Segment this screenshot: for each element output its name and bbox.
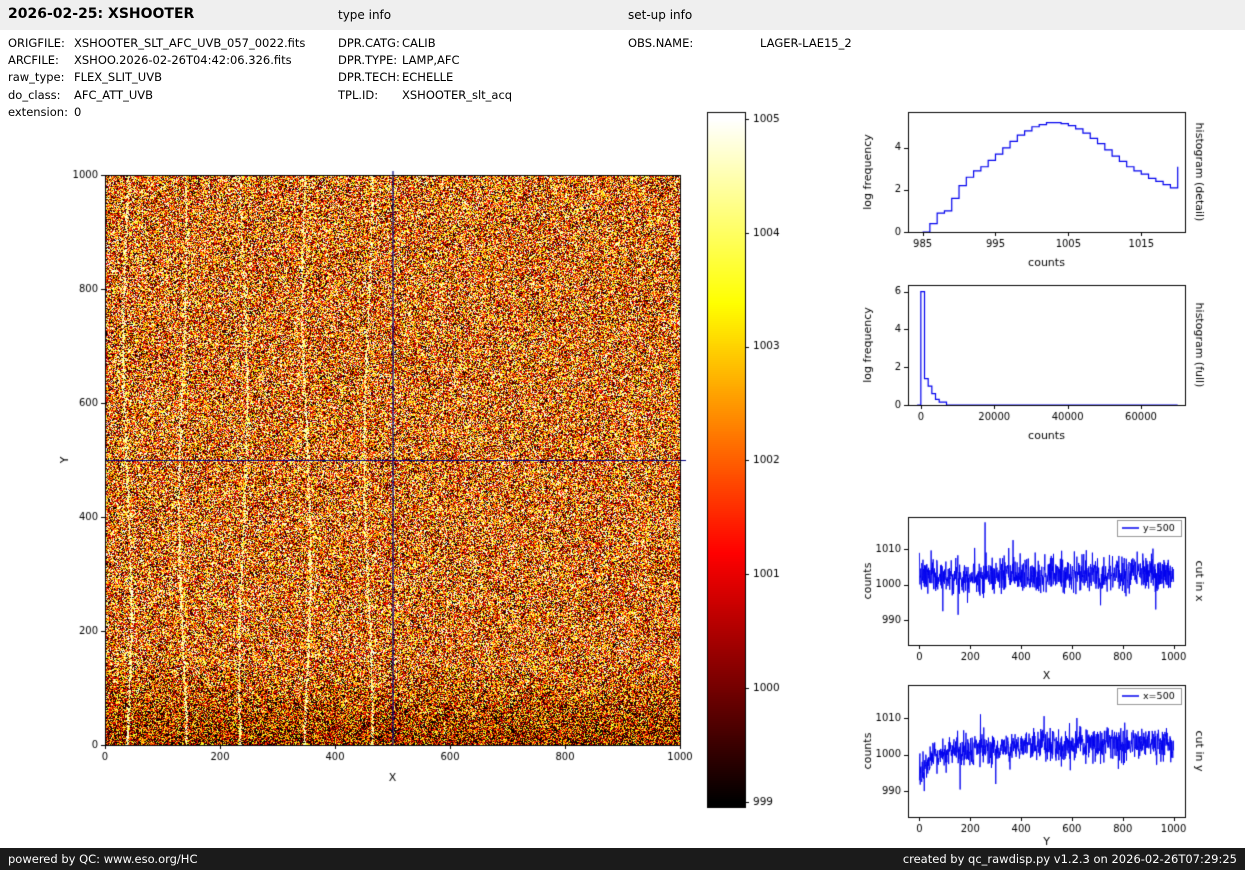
meta-value: LAMP,AFC <box>402 53 460 67</box>
meta-row-doclass: do_class: AFC_ATT_UVB <box>8 86 305 103</box>
meta-label: extension: <box>8 105 74 119</box>
meta-value: XSHOO.2026-02-26T04:42:06.326.fits <box>74 53 292 67</box>
meta-value: 0 <box>74 105 81 119</box>
meta-label: DPR.TECH: <box>338 70 402 84</box>
meta-value: ECHELLE <box>402 70 453 84</box>
intensity-colorbar <box>695 100 795 820</box>
meta-label: TPL.ID: <box>338 88 402 102</box>
footer-creation-text: created by qc_rawdisp.py v1.2.3 on 2026-… <box>903 852 1237 866</box>
meta-row-tplid: TPL.ID: XSHOOTER_slt_acq <box>338 86 512 103</box>
page-title: 2026-02-25: XSHOOTER <box>8 6 194 22</box>
meta-label: do_class: <box>8 88 74 102</box>
histogram-detail-chart <box>840 95 1245 275</box>
meta-label: ORIGFILE: <box>8 36 74 50</box>
meta-label: DPR.CATG: <box>338 36 402 50</box>
meta-row-dprtech: DPR.TECH: ECHELLE <box>338 69 512 86</box>
meta-label: OBS.NAME: <box>628 36 760 50</box>
meta-value: XSHOOTER_slt_acq <box>402 88 512 102</box>
meta-value: XSHOOTER_SLT_AFC_UVB_057_0022.fits <box>74 36 305 50</box>
meta-row-origfile: ORIGFILE: XSHOOTER_SLT_AFC_UVB_057_0022.… <box>8 34 305 51</box>
footer-qc-text: powered by QC: www.eso.org/HC <box>8 852 197 866</box>
type-info-block: DPR.CATG: CALIB DPR.TYPE: LAMP,AFC DPR.T… <box>338 34 512 104</box>
setup-info-heading: set-up info <box>628 8 692 22</box>
meta-value: LAGER-LAE15_2 <box>760 36 852 50</box>
qc-report-page: 2026-02-25: XSHOOTER type info set-up in… <box>0 0 1245 870</box>
meta-row-dprtype: DPR.TYPE: LAMP,AFC <box>338 51 512 68</box>
meta-label: DPR.TYPE: <box>338 53 402 67</box>
cut-in-y-chart <box>840 671 1245 870</box>
meta-value: AFC_ATT_UVB <box>74 88 153 102</box>
raw-frame-image <box>30 148 710 838</box>
meta-label: raw_type: <box>8 70 74 84</box>
footer-bar: powered by QC: www.eso.org/HC created by… <box>0 848 1245 870</box>
type-info-heading: type info <box>338 8 391 22</box>
meta-row-dprcatg: DPR.CATG: CALIB <box>338 34 512 51</box>
meta-row-arcfile: ARCFILE: XSHOO.2026-02-26T04:42:06.326.f… <box>8 51 305 68</box>
histogram-full-chart <box>840 268 1245 448</box>
meta-row-obsname: OBS.NAME: LAGER-LAE15_2 <box>628 34 852 51</box>
meta-label: ARCFILE: <box>8 53 74 67</box>
header-bar: 2026-02-25: XSHOOTER type info set-up in… <box>0 0 1245 30</box>
meta-value: FLEX_SLIT_UVB <box>74 70 162 84</box>
meta-value: CALIB <box>402 36 436 50</box>
meta-row-rawtype: raw_type: FLEX_SLIT_UVB <box>8 69 305 86</box>
cut-in-x-chart <box>840 503 1245 688</box>
setup-info-block: OBS.NAME: LAGER-LAE15_2 <box>628 34 852 51</box>
meta-row-extension: extension: 0 <box>8 104 305 121</box>
file-info-block: ORIGFILE: XSHOOTER_SLT_AFC_UVB_057_0022.… <box>8 34 305 121</box>
